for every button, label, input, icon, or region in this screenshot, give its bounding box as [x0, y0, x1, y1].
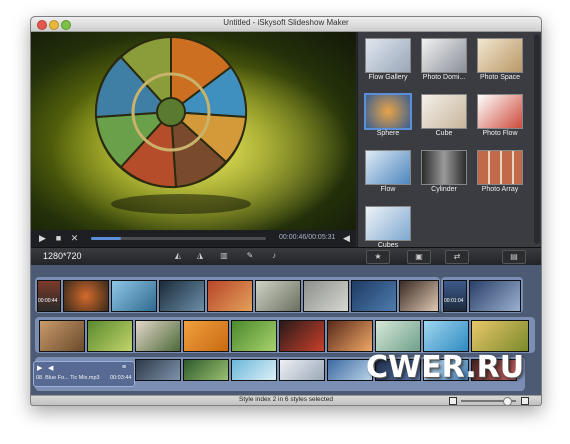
status-bar: Style index 2 in 6 styles selected [31, 395, 541, 405]
photo-clip[interactable] [469, 280, 521, 312]
music-filename: 08. Blue Fo... Tic Mix.mp3 [36, 375, 100, 381]
photo-clip[interactable] [39, 320, 85, 352]
photo-clip[interactable] [255, 280, 301, 312]
edit-toolbar: 1280*720 ◭ ◮ ▥ ✎ ♪ ★ ▣ ⇄ ▤ [31, 247, 541, 265]
zoom-in-icon[interactable] [521, 397, 529, 405]
app-window: Untitled - iSkysoft Slideshow Maker ▶ ■ … [30, 16, 542, 406]
resolution-label: 1280*720 [43, 251, 82, 261]
style-thumbnail [365, 150, 411, 185]
photo-clip[interactable] [471, 320, 529, 352]
photo-clip[interactable] [231, 359, 277, 381]
music-play-icon[interactable]: ▶ [37, 364, 42, 372]
playback-progress-fill [91, 237, 121, 240]
play-icon[interactable]: ▶ [37, 233, 48, 244]
photo-clip[interactable] [279, 320, 325, 352]
style-thumbnail [365, 38, 411, 73]
intro-clip[interactable] [37, 280, 61, 312]
clip-duration: 00:01:04 [444, 298, 464, 304]
storyboard-row-1-end: 00:01:04 [441, 277, 523, 313]
edit-icon[interactable]: ✎ [243, 250, 257, 262]
style-label: Photo Domi... [422, 74, 466, 81]
style-label: Photo Array [481, 186, 519, 193]
styles-scrollbar[interactable] [534, 34, 540, 244]
style-thumbnail [421, 38, 467, 73]
slideshow-preview [31, 32, 356, 230]
style-label: Flow [380, 186, 396, 193]
volume-icon[interactable]: ◀ [341, 233, 352, 244]
photo-clip[interactable] [375, 320, 421, 352]
sphere-preview-graphic [51, 35, 351, 230]
gift-icon[interactable]: ▣ [407, 250, 431, 264]
playback-time: 00:00:46/00:05:31 [279, 234, 336, 241]
style-label: Photo Space [479, 74, 521, 81]
rotate-right-icon[interactable]: ◮ [193, 250, 207, 262]
photo-clip[interactable] [183, 320, 229, 352]
photo-clip[interactable] [111, 280, 157, 312]
photo-clip[interactable] [303, 280, 349, 312]
photo-clip[interactable] [63, 280, 109, 312]
style-photo-domino[interactable]: Photo Domi... [416, 36, 472, 88]
zoom-slider-knob[interactable] [503, 397, 512, 405]
style-thumbnail [477, 38, 523, 73]
photo-clip[interactable] [159, 280, 205, 312]
style-photo-array[interactable]: Photo Array [472, 148, 528, 200]
clip-duration: 00:00:44 [38, 298, 58, 304]
photo-clip[interactable] [351, 280, 397, 312]
title-bar: Untitled - iSkysoft Slideshow Maker [31, 17, 541, 32]
export-icon[interactable]: ▤ [502, 250, 526, 264]
rotate-left-icon[interactable]: ◭ [171, 250, 185, 262]
style-label: Flow Gallery [368, 74, 408, 81]
style-label: Cube [435, 130, 453, 137]
zoom-out-icon[interactable] [449, 397, 457, 405]
style-label: Cylinder [431, 186, 457, 193]
photo-clip[interactable] [423, 320, 469, 352]
style-cylinder[interactable]: Cylinder [416, 148, 472, 200]
style-photo-space[interactable]: Photo Space [472, 36, 528, 88]
music-duration: 00:03:44 [110, 375, 132, 381]
style-label: Photo Flow [482, 130, 518, 137]
photo-clip[interactable] [327, 320, 373, 352]
style-cube[interactable]: Cube [416, 92, 472, 144]
style-thumbnail [421, 94, 467, 129]
style-icon[interactable]: ★ [366, 250, 390, 264]
music-menu-icon[interactable]: ≡ [122, 364, 126, 371]
share-icon[interactable]: ⇄ [445, 250, 469, 264]
style-thumbnail [364, 93, 412, 130]
photo-clip[interactable] [183, 359, 229, 381]
playback-progress[interactable] [91, 237, 266, 240]
window-title: Untitled - iSkysoft Slideshow Maker [223, 18, 349, 27]
style-sphere[interactable]: Sphere [360, 92, 416, 144]
style-thumbnail [477, 150, 523, 185]
music-volume-icon[interactable]: ◀ [48, 364, 53, 372]
music-track[interactable]: ▶ ◀ ≡ 08. Blue Fo... Tic Mix.mp3 00:03:4… [33, 361, 135, 387]
style-label: Sphere [376, 130, 400, 137]
style-thumbnail [477, 94, 523, 129]
photo-clip[interactable] [231, 320, 277, 352]
photo-clip[interactable] [87, 320, 133, 352]
player-controls: ▶ ■ ✕ 00:00:46/00:05:31 ◀ [31, 230, 356, 247]
photo-clip[interactable] [399, 280, 439, 312]
photo-clip[interactable] [207, 280, 253, 312]
photo-clip[interactable] [279, 359, 325, 381]
styles-panel: Flow Gallery Photo Domi... Photo Space S… [357, 32, 541, 249]
style-flow-gallery[interactable]: Flow Gallery [360, 36, 416, 88]
stop-icon[interactable]: ■ [53, 233, 64, 244]
storyboard-row-1: 00:00:44 [35, 277, 440, 313]
microphone-icon[interactable]: ♪ [267, 250, 281, 262]
watermark: CWER.RU [366, 350, 525, 385]
style-photo-flow[interactable]: Photo Flow [472, 92, 528, 144]
storyboard-row-2 [35, 317, 535, 353]
transition-clip[interactable] [443, 280, 467, 312]
style-thumbnail [421, 150, 467, 185]
fullscreen-icon[interactable]: ✕ [69, 233, 80, 244]
delete-icon[interactable]: ▥ [217, 250, 231, 262]
photo-clip[interactable] [135, 320, 181, 352]
style-thumbnail [365, 206, 411, 241]
style-flow[interactable]: Flow [360, 148, 416, 200]
photo-clip[interactable] [135, 359, 181, 381]
